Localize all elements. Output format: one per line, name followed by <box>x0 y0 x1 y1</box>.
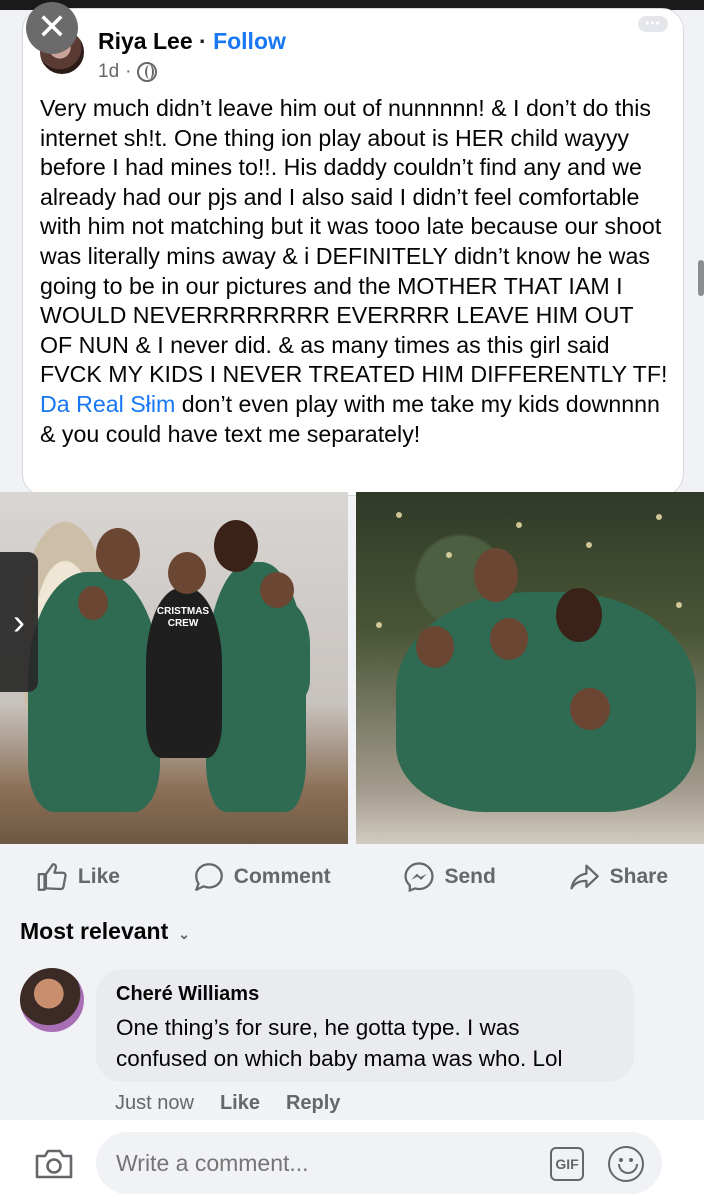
father-head <box>96 528 140 580</box>
globe-icon <box>137 62 158 82</box>
thumbs-up-icon <box>37 863 67 891</box>
share-button[interactable]: Share <box>568 860 668 894</box>
close-button[interactable]: ✕ <box>26 2 78 54</box>
comment-reply-button[interactable]: Reply <box>286 1092 340 1115</box>
like-button[interactable]: Like <box>36 860 120 894</box>
send-label: Send <box>444 865 496 888</box>
share-label: Share <box>609 865 669 888</box>
gif-button[interactable]: GIF <box>550 1147 584 1181</box>
comment-button[interactable]: Comment <box>192 860 331 894</box>
sort-label: Most relevant <box>20 918 169 944</box>
gif-icon: GIF <box>555 1156 579 1172</box>
comment-time: Just now <box>115 1092 194 1114</box>
post-meta: 1d · <box>98 61 158 83</box>
comment-meta: Just now Like Reply <box>115 1092 340 1115</box>
comment-author[interactable]: Cheré Williams <box>116 983 614 1006</box>
author-name[interactable]: Riya Lee <box>98 28 193 54</box>
light-bokeh <box>396 512 402 518</box>
comment-text: One thing’s for sure, he gotta type. I w… <box>116 1015 563 1071</box>
camera-icon[interactable] <box>34 1147 74 1181</box>
post-body: Very much didn’t leave him out of nunnnn… <box>40 94 670 449</box>
child-head <box>416 626 454 668</box>
light-bokeh <box>446 552 452 558</box>
scrollbar[interactable] <box>698 260 704 296</box>
mother-head <box>214 520 258 572</box>
light-bokeh <box>516 522 522 528</box>
post-time[interactable]: 1d <box>98 61 119 83</box>
post-photo-1[interactable]: CRISTMAS CREW <box>0 492 348 844</box>
post-text-part1: Very much didn’t leave him out of nunnnn… <box>40 95 668 388</box>
post-header: Riya Lee · Follow <box>98 28 286 55</box>
light-bokeh <box>656 514 662 520</box>
mother-head <box>556 588 602 642</box>
child-head <box>490 618 528 660</box>
close-icon: ✕ <box>36 6 68 47</box>
baby-figure <box>70 602 130 712</box>
light-bokeh <box>376 622 382 628</box>
chevron-right-icon: › <box>13 601 25 642</box>
more-icon: ••• <box>645 16 661 30</box>
speech-bubble-icon <box>194 863 223 891</box>
messenger-icon <box>404 862 435 893</box>
like-label: Like <box>77 865 120 888</box>
sweater-text: CRISTMAS CREW <box>156 606 210 629</box>
post-photo-2[interactable] <box>356 492 704 844</box>
meta-separator: · <box>125 61 132 82</box>
commenter-avatar[interactable] <box>20 968 84 1032</box>
emoji-icon[interactable] <box>608 1146 644 1182</box>
send-button[interactable]: Send <box>402 860 496 894</box>
post-actions: Like Comment Send Share <box>0 852 704 902</box>
chevron-down-icon: ⌄ <box>178 926 190 942</box>
next-photo-button[interactable]: › <box>0 552 38 692</box>
family-group <box>396 592 696 812</box>
baby-head <box>570 688 610 730</box>
comment-like-button[interactable]: Like <box>220 1092 260 1115</box>
comment-bubble: Cheré Williams One thing’s for sure, he … <box>96 969 634 1082</box>
share-arrow-icon <box>570 864 599 890</box>
follow-button[interactable]: Follow <box>213 28 286 54</box>
header-separator: · <box>192 28 214 54</box>
toddler-figure <box>250 600 310 700</box>
comment-label: Comment <box>233 865 331 888</box>
baby-head <box>78 586 108 620</box>
toddler-head <box>260 572 294 608</box>
child-head <box>168 552 206 594</box>
more-options-button[interactable]: ••• <box>638 16 668 32</box>
mention-link[interactable]: Da Real Słim <box>40 391 175 417</box>
light-bokeh <box>586 542 592 548</box>
light-bokeh <box>676 602 682 608</box>
father-head <box>474 548 518 602</box>
comment-sort-dropdown[interactable]: Most relevant ⌄ <box>20 918 190 945</box>
